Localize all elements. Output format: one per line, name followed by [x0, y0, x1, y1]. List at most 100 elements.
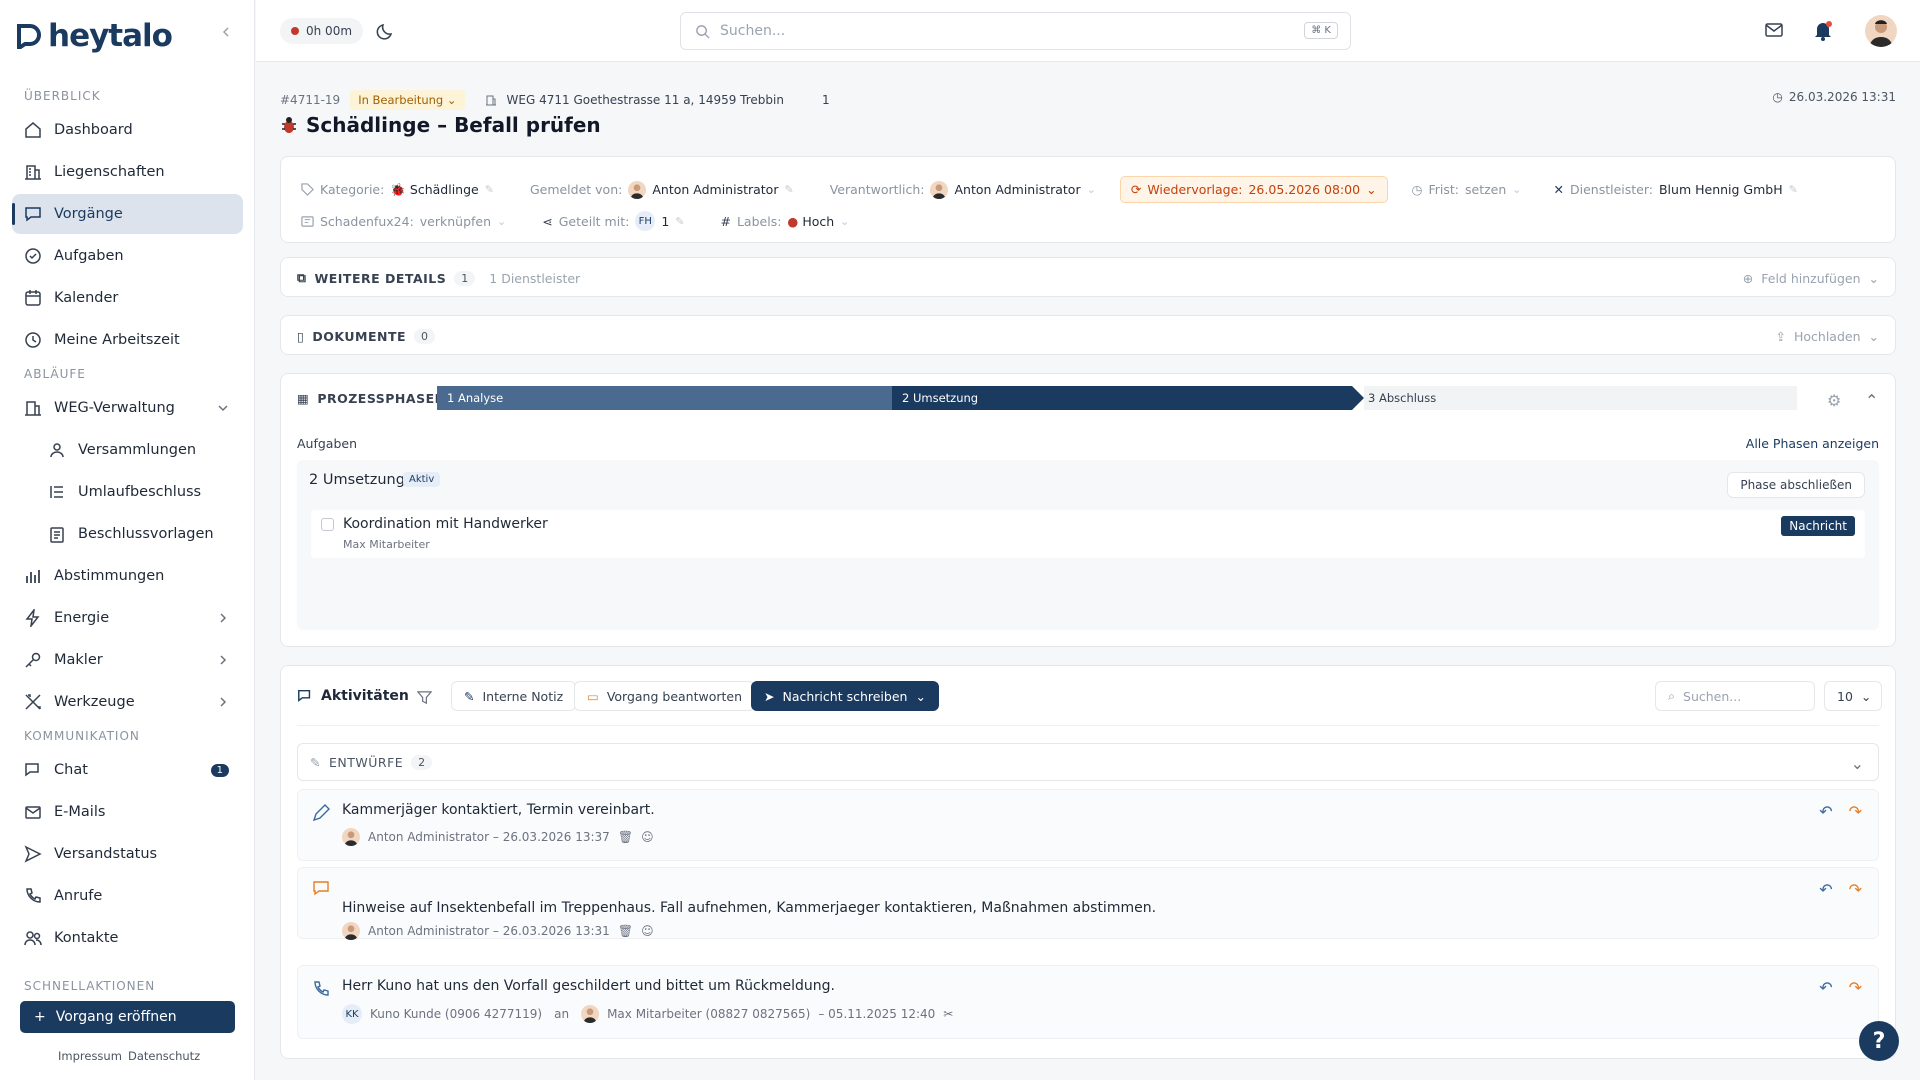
collapse-sidebar-icon[interactable] — [220, 26, 232, 38]
sidebar-item-circular[interactable]: Umlaufbeschluss — [12, 472, 243, 512]
refresh-icon: ⟳ — [1130, 182, 1142, 197]
internal-note-button[interactable]: ✎ Interne Notiz — [451, 681, 577, 711]
trash-icon[interactable]: 🗑 — [618, 830, 633, 844]
caller-chip: KK — [342, 1004, 362, 1024]
chevron-up-icon[interactable]: ⌃ — [1865, 391, 1878, 410]
process-header: ▦ PROZESSPHASEN — [297, 390, 446, 406]
global-search-input[interactable]: Suchen... ⌘ K — [680, 12, 1351, 50]
edit-icon[interactable]: ✎ — [485, 183, 494, 196]
time-tracker[interactable]: 0h 00m — [280, 18, 364, 44]
message-button[interactable]: Nachricht — [1781, 516, 1855, 536]
documents-header: ▯ DOKUMENTE 0 — [297, 316, 436, 356]
shared-chip[interactable]: FH — [635, 211, 656, 231]
forward-icon[interactable]: ↷ — [1849, 802, 1862, 821]
sidebar-item-label: Kalender — [54, 290, 119, 306]
bell-icon[interactable] — [1813, 20, 1833, 42]
sidebar-item-cases[interactable]: Vorgänge — [12, 194, 243, 234]
settings-icon[interactable]: ⚙ — [1827, 391, 1841, 410]
unlink-icon[interactable]: ✂ — [943, 1007, 953, 1021]
sidebar-item-contacts[interactable]: Kontakte — [12, 918, 243, 958]
logo[interactable]: heytalo — [16, 18, 173, 54]
reporter-value[interactable]: Anton Administrator — [652, 182, 778, 197]
sidebar-item-votes[interactable]: Abstimmungen — [12, 556, 243, 596]
forward-icon[interactable]: ↷ — [1849, 978, 1862, 997]
reply-icon[interactable]: ↶ — [1819, 880, 1832, 899]
followup-field[interactable]: ⟳ Wiedervorlage: 26.05.2026 08:00 ⌄ — [1119, 176, 1388, 203]
reply-icon[interactable]: ↶ — [1819, 802, 1832, 821]
filter-icon[interactable] — [417, 690, 432, 705]
emoji-icon[interactable]: ☺ — [641, 830, 654, 844]
provider-value[interactable]: Blum Hennig GmbH — [1659, 182, 1783, 197]
dark-mode-icon[interactable] — [376, 21, 396, 41]
case-id: #4711-19 — [280, 93, 341, 107]
sidebar-item-assemblies[interactable]: Versammlungen — [12, 430, 243, 470]
chevron-down-icon[interactable]: ⌄ — [840, 215, 849, 228]
reply-icon[interactable]: ↶ — [1819, 978, 1832, 997]
schadenfux-link[interactable]: verknüpfen — [420, 214, 491, 229]
open-case-button[interactable]: + Vorgang eröffnen — [20, 1001, 235, 1033]
phase-analysis[interactable]: 1 Analyse — [437, 386, 892, 410]
user-avatar[interactable] — [1865, 15, 1897, 47]
page-size-select[interactable]: 10 ⌄ — [1824, 681, 1882, 711]
hash-icon: # — [720, 213, 731, 229]
sidebar-item-label: Kontakte — [54, 930, 119, 946]
close-phase-button[interactable]: Phase abschließen — [1727, 472, 1865, 498]
chevron-down-icon[interactable]: ⌄ — [497, 215, 506, 228]
sidebar-item-tools[interactable]: Werkzeuge — [12, 682, 243, 722]
chat-icon — [297, 688, 313, 704]
write-message-button[interactable]: ➤ Nachricht schreiben ⌄ — [751, 681, 939, 711]
search-icon: ⌕ — [1668, 688, 1676, 703]
phase-completion[interactable]: 3 Abschluss — [1364, 386, 1797, 410]
sidebar-item-emails[interactable]: E-Mails — [12, 792, 243, 832]
details-section[interactable]: ⧉ WEITERE DETAILS 1 1 Dienstleister ⊕ Feld h… — [280, 257, 1896, 297]
sidebar-item-dashboard[interactable]: Dashboard — [12, 110, 243, 150]
sidebar-item-calls[interactable]: Anrufe — [12, 876, 243, 916]
chevron-down-icon[interactable]: ⌄ — [1087, 183, 1096, 196]
chevron-down-icon[interactable]: ⌄ — [1512, 183, 1521, 196]
documents-section[interactable]: ▯ DOKUMENTE 0 ⇪ Hochladen ⌄ — [280, 315, 1896, 355]
pencil-icon: ✎ — [464, 688, 475, 704]
upload-button[interactable]: ⇪ Hochladen ⌄ — [1776, 316, 1880, 356]
sidebar-item-chat[interactable]: Chat 1 — [12, 750, 243, 790]
bug-icon — [280, 116, 298, 134]
chevron-down-icon: ⌄ — [1860, 688, 1872, 704]
sidebar-item-worktime[interactable]: Meine Arbeitszeit — [12, 320, 243, 360]
mail-icon[interactable] — [1764, 20, 1784, 40]
sidebar-item-weg[interactable]: WEG-Verwaltung — [12, 388, 243, 428]
show-all-phases-link[interactable]: Alle Phasen anzeigen — [1746, 436, 1879, 451]
category-value[interactable]: 🐞 Schädlinge — [390, 182, 478, 198]
avatar — [342, 922, 360, 940]
sidebar-item-energy[interactable]: Energie — [12, 598, 243, 638]
sidebar-item-tasks[interactable]: Aufgaben — [12, 236, 243, 276]
help-button[interactable]: ? — [1859, 1021, 1899, 1061]
chevron-right-icon — [217, 696, 229, 708]
drafts-row[interactable]: ✎ ENTWÜRFE 2 ⌄ — [297, 743, 1879, 781]
edit-icon[interactable]: ✎ — [1789, 183, 1798, 196]
task-checkbox[interactable] — [321, 518, 334, 531]
emoji-icon[interactable]: ☺ — [641, 924, 654, 938]
chevron-down-icon[interactable]: ⌄ — [1851, 754, 1864, 773]
add-field-button[interactable]: ⊕ Feld hinzufügen ⌄ — [1743, 258, 1879, 298]
activities-search-input[interactable]: ⌕ Suchen... — [1655, 681, 1815, 711]
task-title[interactable]: Koordination mit Handwerker — [343, 516, 548, 532]
sidebar-item-calendar[interactable]: Kalender — [12, 278, 243, 318]
phase-implementation[interactable]: 2 Umsetzung — [892, 386, 1352, 410]
privacy-link[interactable]: Datenschutz — [128, 1049, 200, 1063]
edit-icon[interactable]: ✎ — [675, 215, 684, 228]
property-link[interactable]: WEG 4711 Goethestrasse 11 a, 14959 Trebb… — [507, 93, 784, 107]
imprint-link[interactable]: Impressum — [58, 1049, 122, 1063]
sidebar-item-properties[interactable]: Liegenschaften — [12, 152, 243, 192]
sidebar-item-broker[interactable]: Makler — [12, 640, 243, 680]
phone-icon — [24, 887, 42, 905]
section-quick: SCHNELLAKTIONEN — [24, 979, 156, 993]
sidebar-item-templates[interactable]: Beschlussvorlagen — [12, 514, 243, 554]
edit-icon[interactable]: ✎ — [784, 183, 793, 196]
deadline-value[interactable]: setzen — [1465, 182, 1506, 197]
label-chip[interactable]: ● Hoch — [787, 214, 834, 229]
responsible-value[interactable]: Anton Administrator — [954, 182, 1080, 197]
status-badge[interactable]: In Bearbeitung ⌄ — [350, 90, 465, 110]
forward-icon[interactable]: ↷ — [1849, 880, 1862, 899]
reply-case-button[interactable]: ▭ Vorgang beantworten — [574, 681, 756, 711]
sidebar-item-shipping[interactable]: Versandstatus — [12, 834, 243, 874]
trash-icon[interactable]: 🗑 — [618, 924, 633, 938]
